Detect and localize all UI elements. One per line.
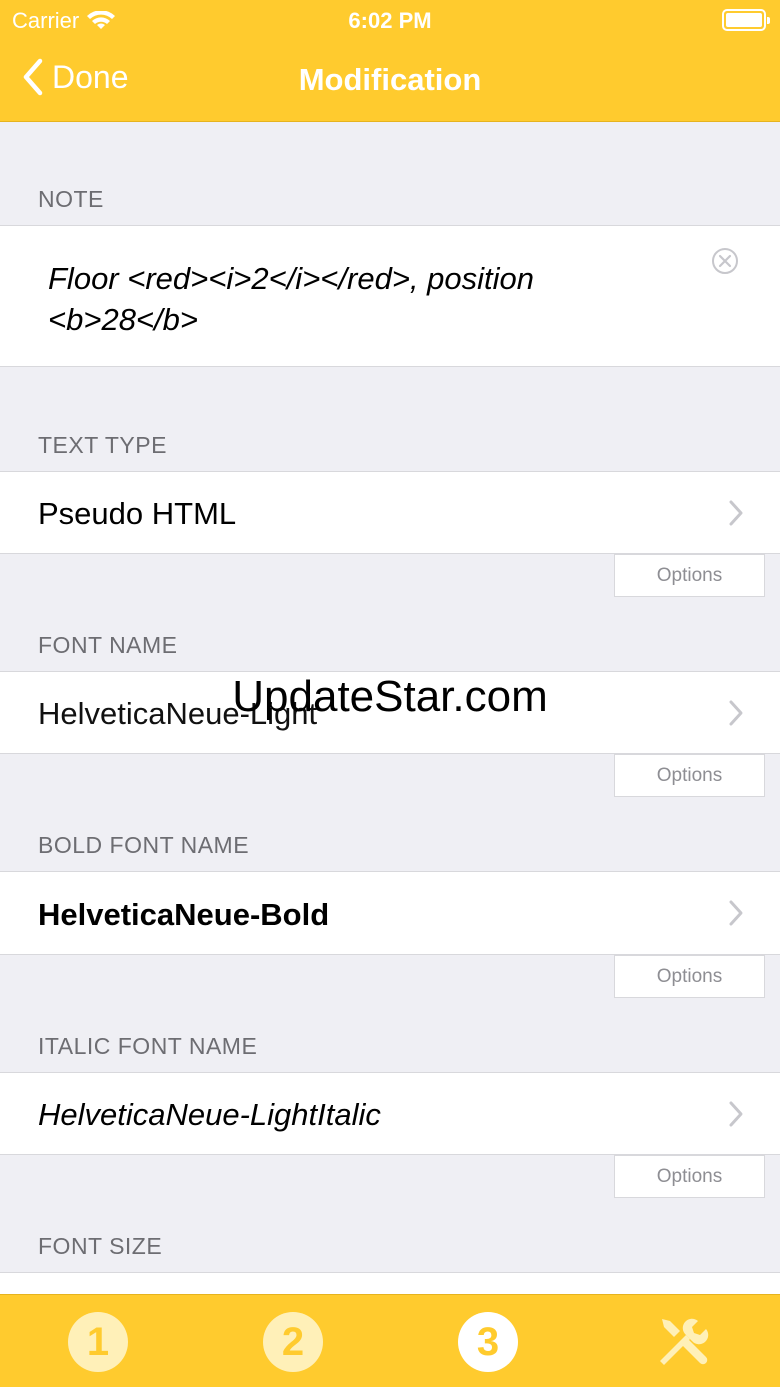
bold-font-name-value: HelveticaNeue-Bold	[38, 897, 330, 932]
tab-2-label: 2	[282, 1320, 304, 1364]
italic-font-name-value: HelveticaNeue-LightItalic	[38, 1097, 381, 1132]
italic-font-name-row[interactable]: HelveticaNeue-LightItalic	[0, 1072, 780, 1155]
tab-3-label: 3	[477, 1320, 499, 1364]
bold-font-name-row[interactable]: HelveticaNeue-Bold	[0, 871, 780, 955]
italic-font-name-options-button[interactable]: Options	[614, 1155, 765, 1198]
clock: 6:02 PM	[348, 8, 432, 33]
clear-icon[interactable]	[710, 246, 740, 276]
bold-font-name-header: BOLD FONT NAME	[38, 832, 250, 858]
note-input[interactable]: Floor <red><i>2</i></red>, position <b>2…	[48, 258, 668, 340]
tools-tab-button[interactable]	[652, 1311, 714, 1373]
tab-1-button[interactable]: 1	[67, 1311, 129, 1373]
font-name-value: HelveticaNeue-Light	[38, 696, 318, 731]
chevron-right-icon	[729, 1101, 743, 1126]
chevron-right-icon	[729, 700, 743, 725]
tools-icon	[660, 1318, 709, 1365]
battery-icon	[722, 9, 770, 31]
tab-1-label: 1	[87, 1320, 109, 1364]
chevron-right-icon	[729, 500, 743, 525]
note-field[interactable]: Floor <red><i>2</i></red>, position <b>2…	[0, 225, 780, 367]
top-bar: Carrier 6:02 PM Done Modification	[0, 0, 780, 122]
tab-2-button[interactable]: 2	[262, 1311, 324, 1373]
bold-font-name-options-button[interactable]: Options	[614, 955, 765, 998]
font-name-row[interactable]: HelveticaNeue-Light	[0, 671, 780, 754]
text-type-value: Pseudo HTML	[38, 496, 237, 531]
text-type-header: TEXT TYPE	[38, 432, 167, 458]
page-title: Modification	[298, 62, 482, 97]
font-name-header: FONT NAME	[38, 632, 178, 658]
navigation-bar: Done Modification	[0, 40, 780, 122]
note-header: NOTE	[38, 186, 104, 212]
tab-3-button[interactable]: 3	[457, 1311, 519, 1373]
font-size-header: FONT SIZE	[38, 1233, 163, 1259]
chevron-right-icon	[729, 900, 743, 926]
text-type-options-button[interactable]: Options	[614, 554, 765, 597]
font-name-options-button[interactable]: Options	[614, 754, 765, 797]
text-type-row[interactable]: Pseudo HTML	[0, 471, 780, 554]
status-bar: Carrier 6:02 PM	[0, 0, 780, 40]
italic-font-name-header: ITALIC FONT NAME	[38, 1033, 258, 1059]
tab-bar: 1 2 3	[0, 1294, 780, 1387]
